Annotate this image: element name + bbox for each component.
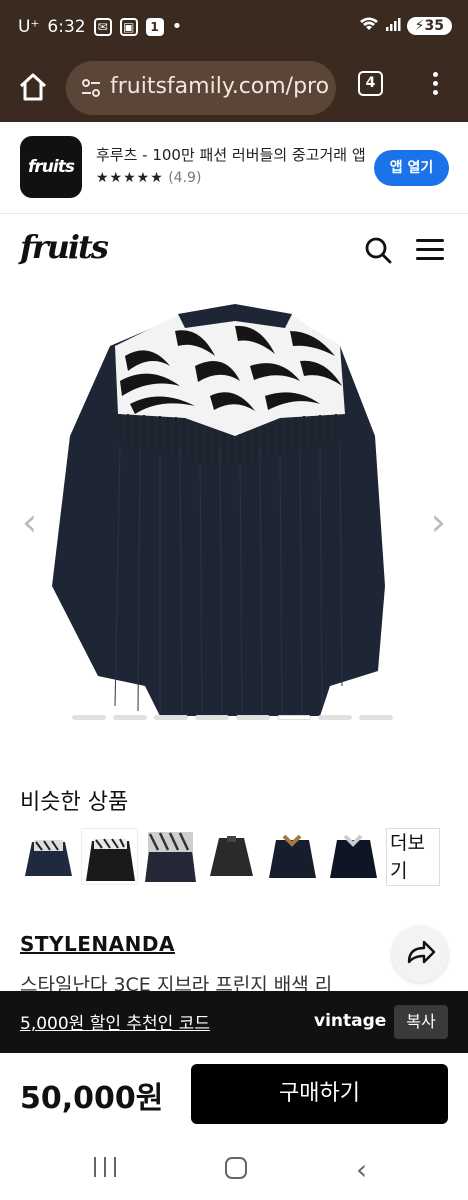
similar-items-title: 비슷한 상품: [20, 790, 129, 815]
signal-icon: [385, 16, 401, 36]
carousel-dot[interactable]: [195, 715, 229, 720]
product-title: 스타일난다 3CE 지브라 프린지 배색 리: [20, 974, 333, 992]
carousel-dot[interactable]: [72, 715, 106, 720]
browser-menu-icon[interactable]: [426, 68, 444, 102]
star-rating-icon: ★★★★★: [96, 170, 164, 186]
back-icon[interactable]: ‹: [356, 1153, 367, 1186]
similar-item-thumb[interactable]: [264, 828, 321, 885]
browser-toolbar: fruitsfamily.com/pro 4: [0, 56, 468, 122]
menu-icon[interactable]: [416, 239, 444, 263]
carousel-dot[interactable]: [318, 715, 352, 720]
similar-item-thumb[interactable]: [325, 828, 382, 885]
referral-bar: 5,000원 할인 추천인 코드 vintage 복사: [0, 991, 468, 1053]
battery-indicator: ⚡35: [406, 17, 452, 35]
carousel-prev-icon[interactable]: ‹: [22, 500, 37, 544]
address-bar[interactable]: fruitsfamily.com/pro: [66, 61, 336, 115]
site-logo[interactable]: fruits: [20, 228, 109, 266]
similar-item-thumb[interactable]: [203, 828, 260, 885]
app-banner-title: 후루츠 - 100만 패션 러버들의 중고거래 앱: [96, 146, 366, 164]
share-icon: [407, 940, 436, 964]
similar-item-thumb[interactable]: [81, 828, 138, 885]
app-icon: fruits: [20, 136, 82, 198]
carousel-dot-active[interactable]: [277, 715, 311, 720]
app-install-banner: fruits 후루츠 - 100만 패션 러버들의 중고거래 앱 ★★★★★ (…: [0, 122, 468, 214]
brand-link[interactable]: STYLENANDA: [20, 932, 175, 956]
home-button[interactable]: [16, 70, 50, 104]
tab-switcher-button[interactable]: 4: [358, 71, 383, 96]
clock: 6:32: [47, 16, 86, 37]
search-icon[interactable]: [364, 236, 392, 264]
buy-button[interactable]: 구매하기: [191, 1064, 448, 1124]
wifi-icon: [359, 16, 379, 36]
carousel-dot[interactable]: [359, 715, 393, 720]
app-rating: ★★★★★ (4.9): [96, 170, 201, 186]
battery-level: 35: [424, 18, 444, 34]
referral-code: vintage: [314, 1011, 387, 1031]
more-similar-link[interactable]: 더보기: [386, 828, 440, 886]
carrier-label: U⁺: [18, 16, 40, 37]
screenshot-icon: ▣: [119, 17, 138, 36]
site-header: fruits: [0, 214, 468, 286]
home-icon: [19, 73, 47, 101]
similar-items-row: 더보기: [20, 828, 448, 886]
notification-count-badge: 1: [145, 17, 164, 36]
carousel-dot[interactable]: [236, 715, 270, 720]
carousel-next-icon[interactable]: ›: [431, 500, 446, 544]
open-app-button[interactable]: 앱 열기: [374, 150, 449, 186]
recent-apps-icon[interactable]: [94, 1157, 116, 1177]
product-photo-jacket: [52, 304, 385, 716]
purchase-bar: 50,000원 구매하기: [0, 1053, 468, 1137]
product-image-carousel[interactable]: ‹ ›: [0, 286, 468, 746]
more-notifications-dot: •: [171, 16, 183, 37]
product-price: 50,000원: [20, 1081, 164, 1116]
rating-score: (4.9): [168, 170, 202, 186]
referral-link[interactable]: 5,000원 할인 추천인 코드: [20, 1009, 210, 1034]
status-left: U⁺ 6:32 ✉ ▣ 1 •: [18, 16, 182, 37]
notification-icon: ✉: [93, 17, 112, 36]
carousel-dot[interactable]: [113, 715, 147, 720]
copy-button[interactable]: 복사: [394, 1005, 448, 1039]
carousel-indicators: [72, 715, 393, 720]
status-bar: U⁺ 6:32 ✉ ▣ 1 • ⚡35: [0, 0, 468, 56]
home-nav-icon[interactable]: [225, 1157, 247, 1179]
share-button[interactable]: [392, 926, 448, 982]
status-right: ⚡35: [359, 16, 452, 36]
site-settings-icon[interactable]: [80, 77, 102, 103]
similar-item-thumb[interactable]: [20, 828, 77, 885]
url-text: fruitsfamily.com/pro: [110, 74, 330, 99]
carousel-dot[interactable]: [154, 715, 188, 720]
system-nav-bar: ‹: [0, 1137, 468, 1200]
similar-item-thumb[interactable]: [142, 828, 199, 885]
